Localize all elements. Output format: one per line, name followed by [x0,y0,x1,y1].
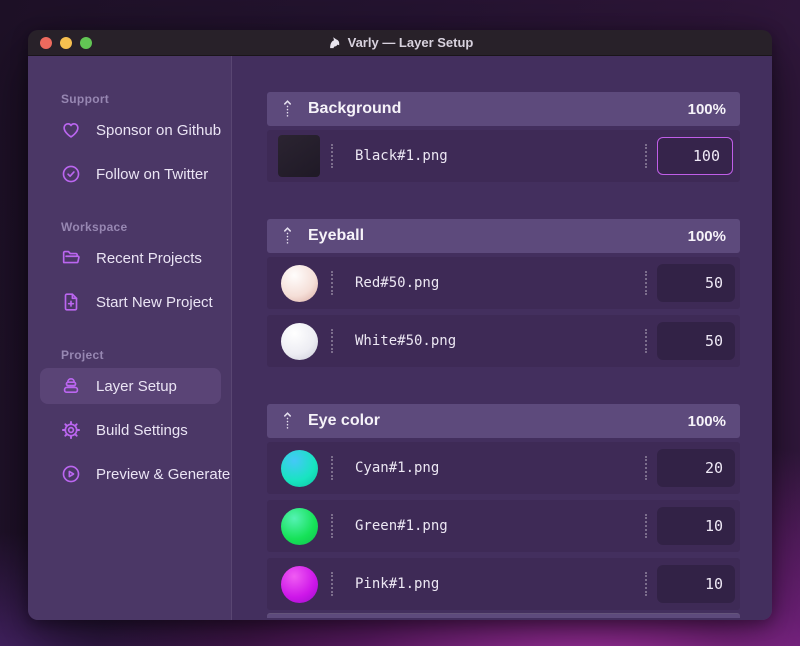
layer-thumbnail-pink-ball [280,565,318,603]
close-button[interactable] [40,37,52,49]
unicorn-icon [327,35,342,50]
layer-filename: Green#1.png [355,518,448,534]
dotted-divider [645,456,647,480]
layer-thumbnail-red-ball [280,264,318,302]
layer-row-black-1-png[interactable]: Black#1.png [267,130,740,182]
dotted-divider [331,572,333,596]
dotted-divider [645,144,647,168]
layer-thumbnail-cyan-ball [280,449,318,487]
layer-weight-input[interactable] [657,264,735,302]
thumbnail-cell [267,322,331,360]
sidebar-item-label: Preview & Generate [96,465,231,483]
traffic-lights [40,37,92,49]
layer-group-eyeball: Eyeball 100% Red#50.png White#50.png [267,219,740,367]
thumbnail-cell [267,264,331,302]
sidebar-item-label: Sponsor on Github [96,121,222,139]
group-title: Eye color [308,412,381,429]
sidebar-item-preview-generate[interactable]: Preview & Generate [28,452,231,496]
window-title: Varly — Layer Setup [347,35,474,50]
sidebar-item-layer-setup[interactable]: Layer Setup [40,368,221,404]
layer-thumbnail-green-ball [280,507,318,545]
window-title-wrap: Varly — Layer Setup [327,35,474,50]
sidebar-item-recent-projects[interactable]: Recent Projects [28,236,231,280]
layer-row-white-50-png[interactable]: White#50.png [267,315,740,367]
group-title: Background [308,100,402,117]
dotted-divider [331,514,333,538]
sidebar-item-label: Follow on Twitter [96,165,209,183]
layer-row-pink-1-png[interactable]: Pink#1.png [267,558,740,610]
layer-weight-input[interactable] [657,449,735,487]
sidebar-item-label: Layer Setup [96,377,177,395]
folder-open-icon [60,247,82,269]
dotted-divider [645,329,647,353]
group-title: Eyeball [308,227,365,244]
sidebar-heading: Project [61,348,104,362]
drag-vertical-icon[interactable] [281,99,294,119]
group-header: Eyeball 100% [267,219,740,253]
layer-thumbnail-black-square [278,135,320,177]
dotted-divider [331,144,333,168]
layer-weight-input[interactable] [657,507,735,545]
layer-filename: Black#1.png [355,148,448,164]
sidebar-item-sponsor-on-github[interactable]: Sponsor on Github [28,108,231,152]
layer-row-green-1-png[interactable]: Green#1.png [267,500,740,552]
minimize-button[interactable] [60,37,72,49]
heart-icon [60,119,82,141]
layer-filename: Red#50.png [355,275,440,291]
play-circle-icon [60,463,82,485]
sidebar-heading: Workspace [61,220,128,234]
thumbnail-cell [267,135,331,177]
app-window: Varly — Layer Setup Support Sponsor on Gi… [28,30,772,620]
sidebar-heading: Support [61,92,110,106]
sidebar-item-label: Build Settings [96,421,188,439]
next-group-peek [267,614,740,618]
zoom-button[interactable] [80,37,92,49]
sidebar-item-follow-on-twitter[interactable]: Follow on Twitter [28,152,231,196]
layer-weight-input[interactable] [657,322,735,360]
verified-badge-icon [60,163,82,185]
sidebar-item-label: Start New Project [96,293,213,311]
dotted-divider [331,329,333,353]
sidebar: Support Sponsor on Github Follow on Twitte… [28,56,232,620]
dotted-divider [645,514,647,538]
layer-filename: Pink#1.png [355,576,440,592]
group-header: Background 100% [267,92,740,126]
drag-vertical-icon[interactable] [281,411,294,431]
gear-icon [60,419,82,441]
titlebar: Varly — Layer Setup [28,30,772,56]
file-plus-icon [60,291,82,313]
sidebar-item-start-new-project[interactable]: Start New Project [28,280,231,324]
layer-setup-panel: Background 100% Black#1.png Eyeball 100% Red#… [232,56,772,620]
group-header: Eye color 100% [267,404,740,438]
sidebar-section-workspace: Workspace Recent Projects Start New Projec… [28,218,231,324]
layer-weight-input[interactable] [657,137,733,175]
desktop-background: { "window": { "title": "Varly — Layer Se… [0,0,800,646]
layer-group-background: Background 100% Black#1.png [267,92,740,182]
dotted-divider [331,456,333,480]
sidebar-section-project: Project Layer Setup Build Settings Preview … [28,346,231,496]
group-weight: 100% [687,227,726,245]
dotted-divider [331,271,333,295]
layer-filename: Cyan#1.png [355,460,440,476]
layer-weight-input[interactable] [657,565,735,603]
thumbnail-cell [267,507,331,545]
group-weight: 100% [687,412,726,430]
sidebar-item-label: Recent Projects [96,249,202,267]
group-weight: 100% [687,100,726,118]
layer-row-red-50-png[interactable]: Red#50.png [267,257,740,309]
sidebar-section-support: Support Sponsor on Github Follow on Twitte… [28,90,231,196]
layer-filename: White#50.png [355,333,457,349]
dotted-divider [645,271,647,295]
sidebar-item-build-settings[interactable]: Build Settings [28,408,231,452]
layer-row-cyan-1-png[interactable]: Cyan#1.png [267,442,740,494]
thumbnail-cell [267,449,331,487]
dotted-divider [645,572,647,596]
layers-icon [60,375,82,397]
layer-thumbnail-white-ball [280,322,318,360]
layer-group-eye-color: Eye color 100% Cyan#1.png Green#1.png Pink#1… [267,404,740,610]
thumbnail-cell [267,565,331,603]
drag-vertical-icon[interactable] [281,226,294,246]
